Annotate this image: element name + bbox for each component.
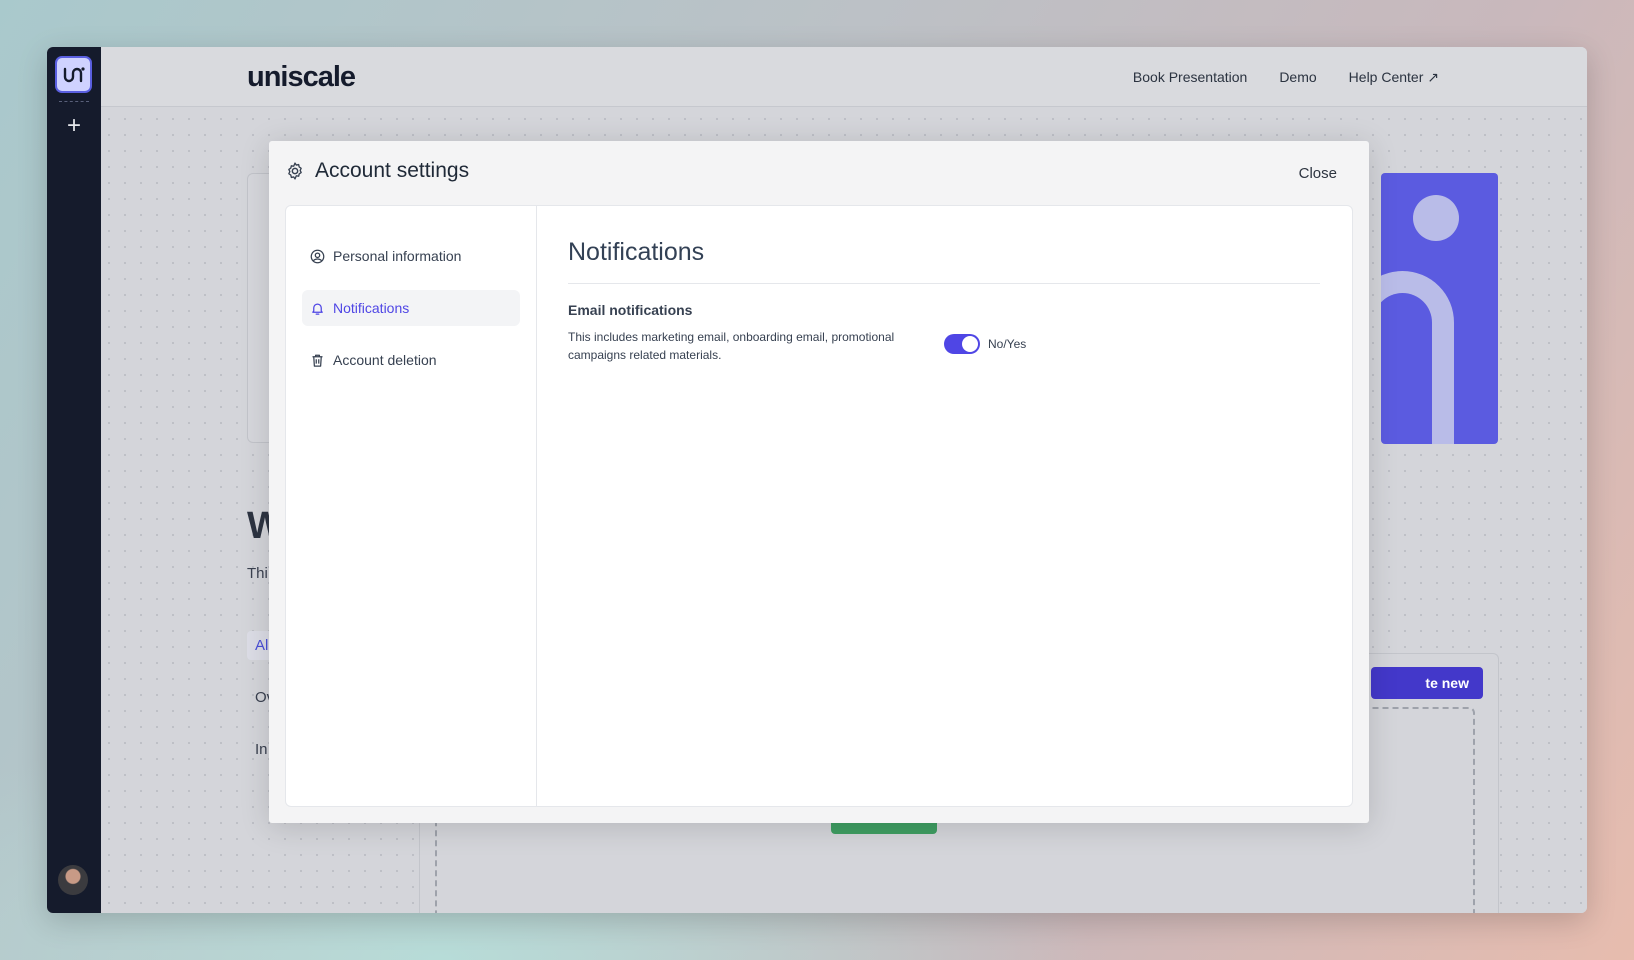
notifications-section: Notifications Email notifications This i… (568, 238, 1320, 364)
email-notifications-setting: Email notifications This includes market… (568, 302, 1320, 364)
sidebar-item-account-deletion[interactable]: Account deletion (302, 342, 520, 378)
toggle-knob (962, 336, 978, 352)
sidebar-item-personal-information[interactable]: Personal information (302, 238, 520, 274)
user-circle-icon (310, 249, 325, 263)
app-logo-button[interactable] (55, 56, 92, 93)
create-new-button[interactable]: te new (1371, 667, 1483, 699)
close-button[interactable]: Close (1299, 165, 1337, 182)
setting-description: This includes marketing email, onboardin… (568, 330, 895, 362)
rail-divider (59, 101, 89, 102)
uniscale-logo-icon (63, 66, 85, 82)
hero-illustration (1381, 173, 1498, 444)
email-notifications-toggle[interactable] (944, 334, 980, 354)
setting-text: Email notifications This includes market… (568, 302, 944, 364)
sidebar-item-notifications[interactable]: Notifications (302, 290, 520, 326)
modal-body: Personal information Notifications Accou… (285, 205, 1353, 807)
sidebar-item-label: Notifications (333, 300, 410, 316)
page-subtitle: Thi (247, 565, 268, 582)
gear-icon (288, 162, 302, 180)
bell-icon (312, 303, 323, 315)
brand-logo[interactable]: uniscale (247, 61, 356, 94)
sidebar-item-label: Account deletion (333, 352, 437, 368)
help-center-link[interactable]: Help Center ↗ (1349, 69, 1439, 86)
settings-sidebar: Personal information Notifications Accou… (286, 206, 537, 806)
add-workspace-icon[interactable]: + (61, 113, 87, 139)
section-title: Notifications (568, 238, 1320, 284)
hero-dot (1413, 195, 1459, 241)
book-presentation-link[interactable]: Book Presentation (1133, 69, 1247, 86)
demo-link[interactable]: Demo (1279, 69, 1316, 86)
top-bar: uniscale Book Presentation Demo Help Cen… (101, 47, 1587, 107)
modal-header: Account settings (285, 159, 469, 183)
modal-title: Account settings (315, 159, 470, 182)
setting-label: Email notifications (568, 302, 693, 318)
trash-icon (312, 354, 323, 367)
user-avatar[interactable] (58, 865, 88, 895)
sidebar-item-label: Personal information (333, 248, 462, 264)
toggle-wrap: No/Yes (944, 324, 1026, 364)
hero-arch (1381, 271, 1454, 444)
toggle-label: No/Yes (988, 337, 1027, 351)
top-nav: Book Presentation Demo Help Center ↗ (1133, 69, 1439, 86)
account-settings-modal: Account settings Close Personal informat… (269, 141, 1369, 823)
